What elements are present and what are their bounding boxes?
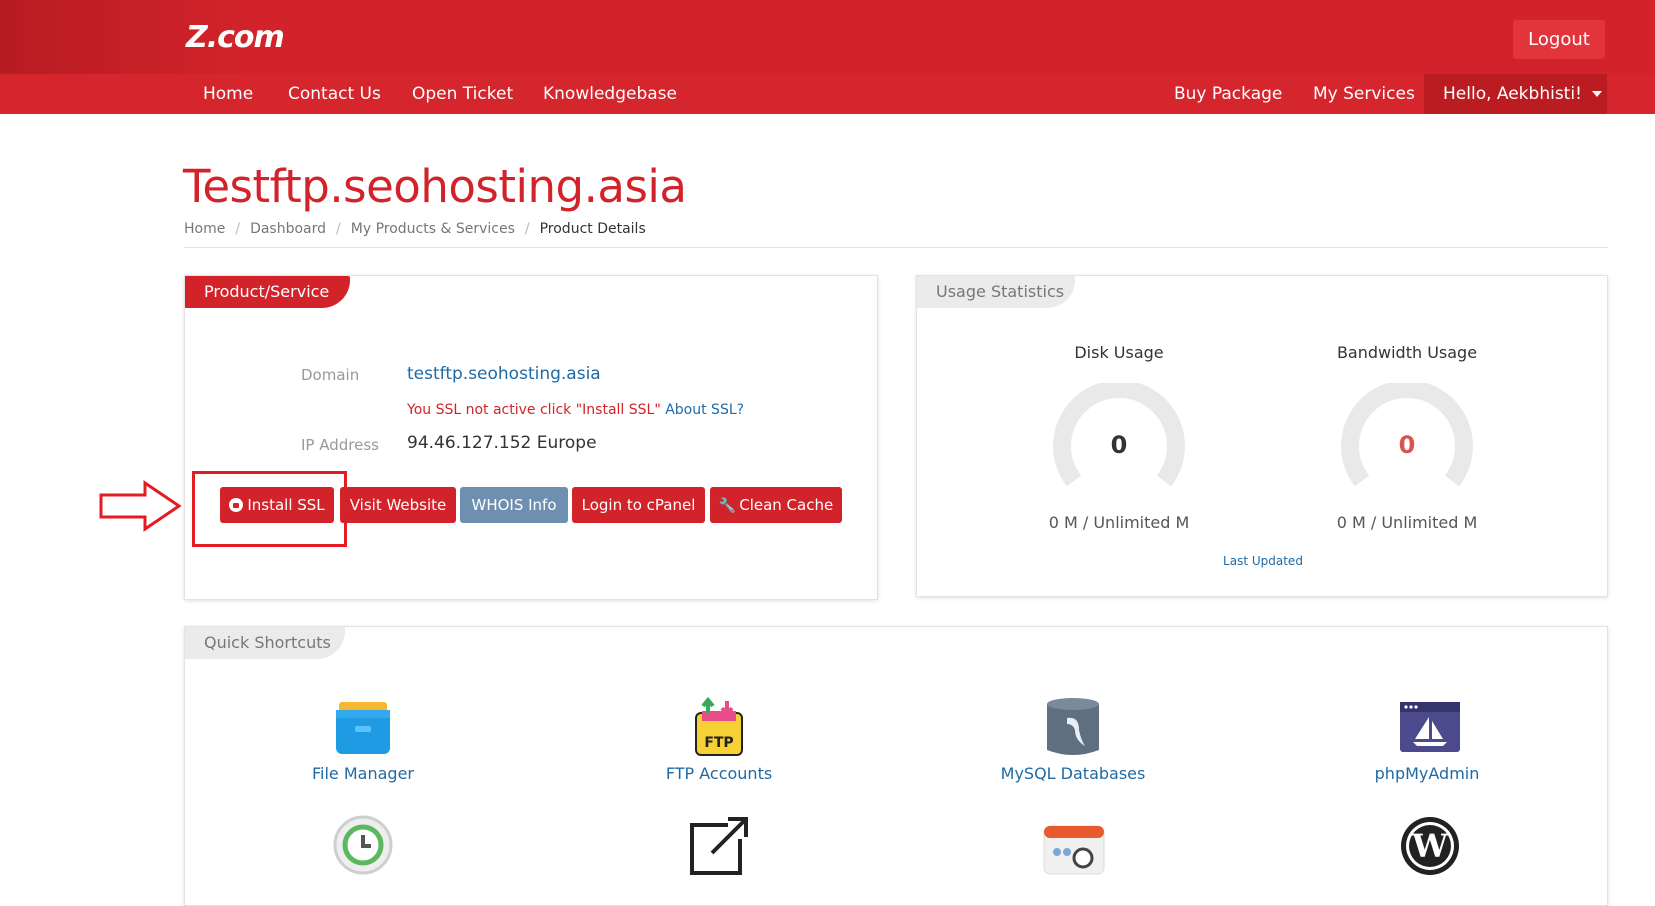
quick-shortcuts-tab: Quick Shortcuts — [185, 627, 345, 659]
install-ssl-button[interactable]: Install SSL — [220, 487, 334, 523]
disk-usage-title: Disk Usage — [1074, 343, 1164, 362]
user-menu[interactable]: Hello, Aekbhisti! — [1424, 74, 1607, 114]
ip-address-value: 94.46.127.152 Europe — [407, 433, 597, 453]
product-service-tab: Product/Service — [185, 276, 350, 308]
phpmyadmin-link[interactable]: phpMyAdmin — [1327, 764, 1527, 783]
bandwidth-usage-title: Bandwidth Usage — [1336, 343, 1478, 362]
disk-usage-sub: 0 M / Unlimited M — [1048, 513, 1190, 532]
disk-usage-value: 0 — [1110, 431, 1128, 459]
breadcrumb-current: Product Details — [539, 221, 646, 237]
ssl-warning-text: You SSL not active click "Install SSL" — [407, 402, 661, 418]
nav-buy-package[interactable]: Buy Package — [1174, 74, 1282, 114]
nav-knowledgebase[interactable]: Knowledgebase — [543, 74, 677, 114]
about-ssl-link[interactable]: About SSL? — [665, 402, 744, 418]
svg-text:FTP: FTP — [704, 735, 733, 751]
bandwidth-usage-value: 0 — [1398, 431, 1416, 459]
install-ssl-label: Install SSL — [247, 496, 325, 514]
breadcrumb: Home / Dashboard / My Products & Services / Pr… — [184, 221, 646, 237]
brand-logo[interactable]: Z.com — [186, 20, 285, 55]
whois-info-button[interactable]: WHOIS Info — [460, 487, 568, 523]
file-manager-icon[interactable] — [333, 700, 393, 756]
usage-statistics-tab: Usage Statistics — [917, 276, 1075, 308]
mysql-databases-link[interactable]: MySQL Databases — [973, 764, 1173, 783]
domain-label: Domain — [301, 366, 360, 384]
lock-icon — [229, 498, 244, 512]
mysql-databases-icon[interactable] — [1045, 696, 1101, 758]
bandwidth-usage-sub: 0 M / Unlimited M — [1336, 513, 1478, 532]
wrench-icon: 🔧 — [718, 498, 737, 514]
usage-statistics-panel: Usage Statistics — [916, 275, 1608, 597]
page-title: Testftp.seohosting.asia — [183, 160, 687, 213]
clean-cache-button[interactable]: 🔧 Clean Cache — [710, 487, 842, 523]
dns-icon[interactable] — [333, 815, 393, 875]
breadcrumb-home[interactable]: Home — [184, 221, 225, 237]
arrow-annotation-icon — [99, 480, 181, 532]
login-cpanel-button[interactable]: Login to cPanel — [572, 487, 705, 523]
logout-button[interactable]: Logout — [1513, 20, 1605, 59]
clean-cache-label: Clean Cache — [739, 496, 834, 514]
ip-address-label: IP Address — [301, 436, 379, 454]
breadcrumb-products[interactable]: My Products & Services — [351, 221, 515, 237]
ftp-accounts-link[interactable]: FTP Accounts — [619, 764, 819, 783]
nav-home[interactable]: Home — [203, 74, 253, 114]
phpmyadmin-icon[interactable] — [1399, 701, 1461, 753]
breadcrumb-dashboard[interactable]: Dashboard — [250, 221, 326, 237]
ssl-warning: You SSL not active click "Install SSL" A… — [407, 402, 744, 418]
svg-text:W: W — [1411, 827, 1449, 865]
ftp-accounts-icon[interactable]: FTP — [693, 697, 745, 759]
divider — [184, 247, 1608, 248]
nav-contact-us[interactable]: Contact Us — [288, 74, 381, 114]
main-nav: Home Contact Us Open Ticket Knowledgebas… — [0, 74, 1655, 114]
php-manager-icon[interactable] — [1043, 820, 1105, 876]
visit-website-button[interactable]: Visit Website — [340, 487, 456, 523]
user-greeting: Hello, Aekbhisti! — [1443, 84, 1582, 104]
last-updated-link[interactable]: Last Updated — [1213, 554, 1313, 568]
caret-down-icon — [1591, 91, 1602, 97]
top-header: Z.com Logout — [0, 0, 1655, 74]
nav-open-ticket[interactable]: Open Ticket — [412, 74, 513, 114]
redirect-icon[interactable] — [688, 815, 750, 877]
nav-my-services[interactable]: My Services — [1313, 74, 1415, 114]
file-manager-link[interactable]: File Manager — [263, 764, 463, 783]
domain-link[interactable]: testftp.seohosting.asia — [407, 364, 601, 384]
wordpress-icon[interactable]: W — [1399, 815, 1461, 877]
